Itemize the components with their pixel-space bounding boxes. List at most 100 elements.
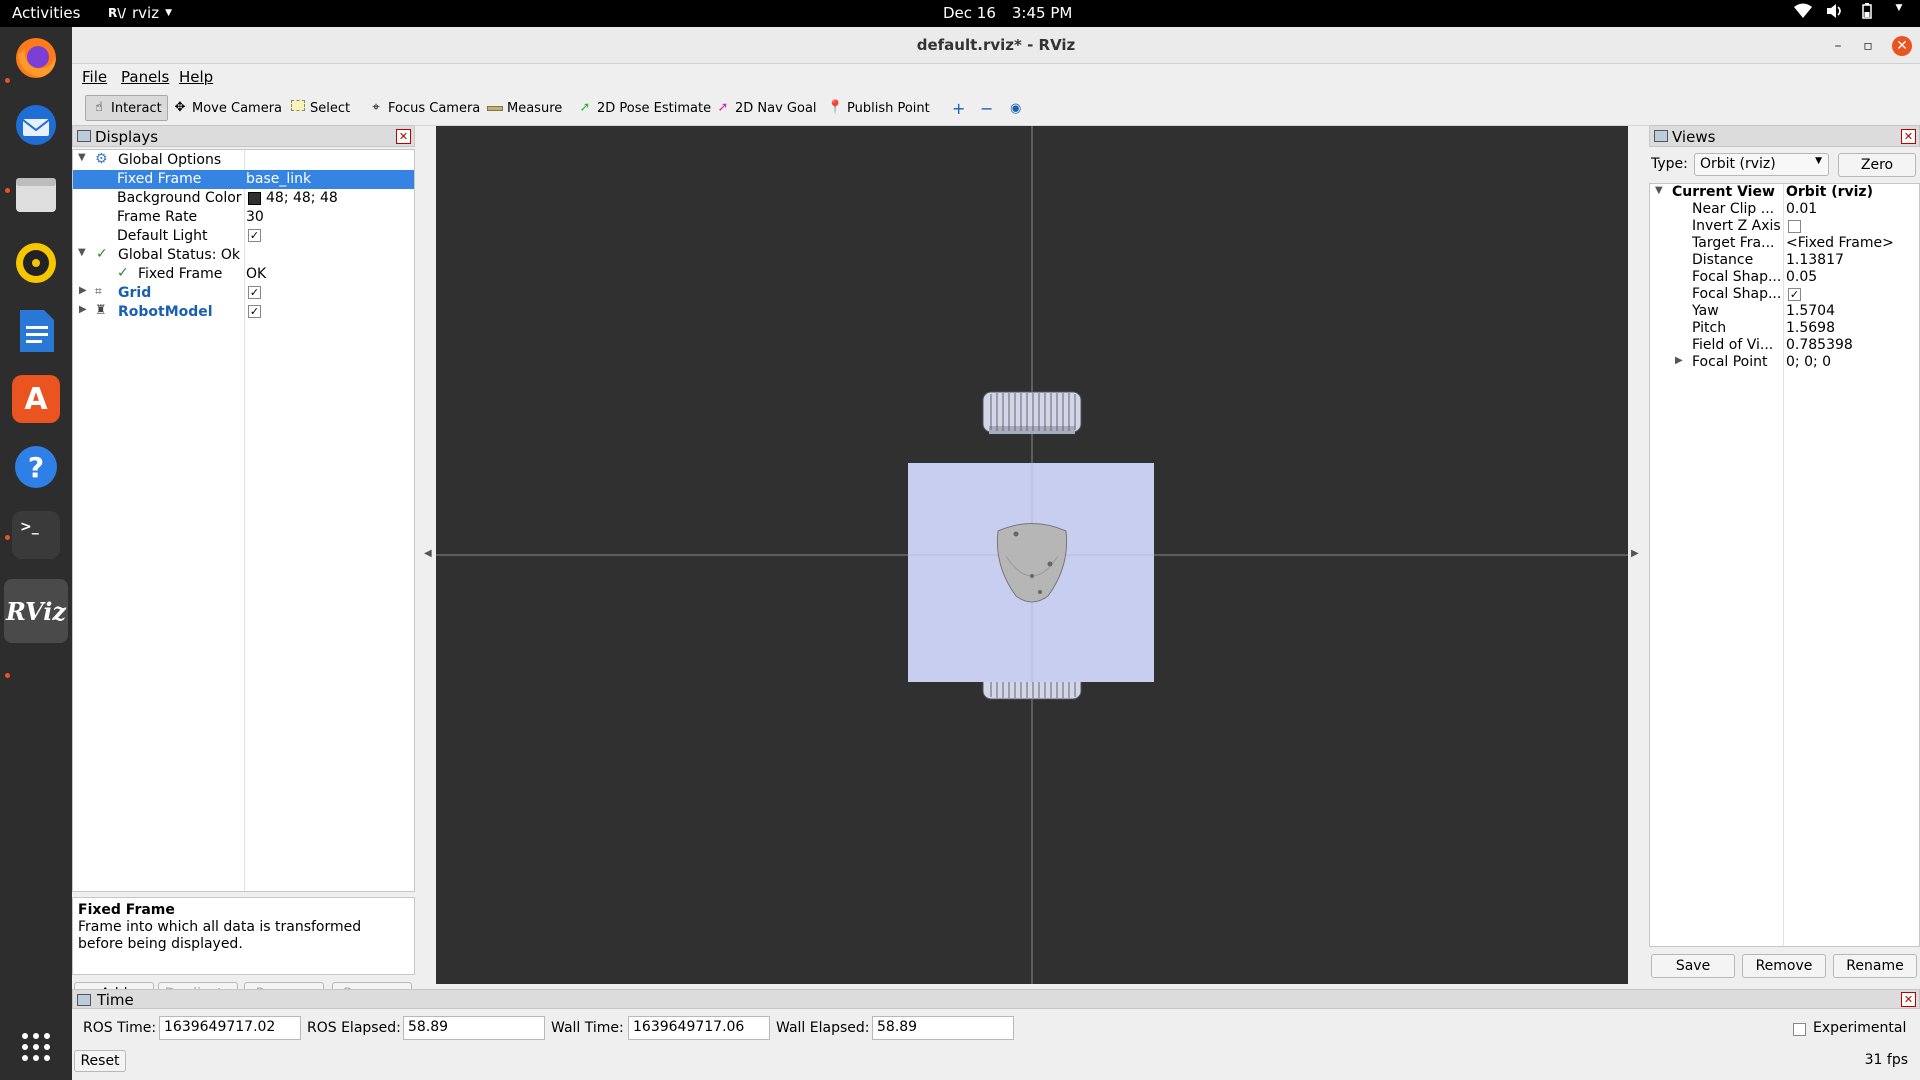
tree-row-field-of-view[interactable]: Field of Vi... 0.785398 xyxy=(1650,337,1919,354)
invert-z-checkbox[interactable] xyxy=(1788,220,1801,233)
maximize-button[interactable]: ▫ xyxy=(1858,36,1878,56)
tree-row-background-color[interactable]: Background Color 48; 48; 48 xyxy=(73,189,414,208)
tree-row-global-options[interactable]: ▼ ⚙ Global Options xyxy=(73,151,414,170)
rviz-window: default.rviz* - RViz – ▫ ✕ File Panels H… xyxy=(72,27,1920,1080)
grid-enabled-checkbox[interactable]: ✓ xyxy=(248,286,261,299)
wall-elapsed-label: Wall Elapsed: xyxy=(776,1020,870,1036)
tree-value[interactable]: 0.05 xyxy=(1786,269,1817,285)
tree-row-default-light[interactable]: Default Light ✓ xyxy=(73,227,414,246)
help-icon[interactable]: ? xyxy=(12,443,60,491)
tree-row-pitch[interactable]: Pitch 1.5698 xyxy=(1650,320,1919,337)
color-swatch[interactable] xyxy=(248,192,261,205)
tool-bar: ☝ Interact ✥ Move Camera Select ⌖ Focus … xyxy=(72,90,1920,126)
close-panel-icon[interactable]: ✕ xyxy=(1901,992,1916,1007)
running-indicator xyxy=(5,673,10,678)
wall-time-field[interactable]: 1639649717.06 xyxy=(628,1016,770,1040)
tree-row-focal-shape-size[interactable]: Focal Shap... 0.05 xyxy=(1650,269,1919,286)
tree-value[interactable]: 1.13817 xyxy=(1786,252,1844,268)
collapse-left-icon[interactable]: ◀ xyxy=(424,548,432,559)
remove-tool-button[interactable]: − xyxy=(975,95,998,121)
tree-row-distance[interactable]: Distance 1.13817 xyxy=(1650,252,1919,269)
tree-value[interactable]: 0.01 xyxy=(1786,201,1817,217)
tree-row-focal-shape-fixed[interactable]: Focal Shap... ✓ xyxy=(1650,286,1919,303)
tree-row-current-view[interactable]: ▼ Current View Orbit (rviz) xyxy=(1650,184,1919,201)
menu-file[interactable]: File xyxy=(82,68,107,86)
publish-point-tool[interactable]: 📍 Publish Point xyxy=(822,95,935,121)
thunderbird-icon[interactable] xyxy=(12,101,60,149)
focus-camera-tool[interactable]: ⌖ Focus Camera xyxy=(363,95,485,121)
reset-button[interactable]: Reset xyxy=(74,1050,126,1072)
displays-tree[interactable]: ▼ ⚙ Global Options Fixed Frame base_link… xyxy=(72,149,415,892)
show-apps-icon[interactable] xyxy=(12,1023,60,1071)
default-light-checkbox[interactable]: ✓ xyxy=(248,229,261,242)
tree-row-near-clip[interactable]: Near Clip ... 0.01 xyxy=(1650,201,1919,218)
zero-button[interactable]: Zero xyxy=(1838,153,1916,177)
background-color-value[interactable]: 48; 48; 48 xyxy=(266,190,338,206)
menu-panels[interactable]: Panels xyxy=(121,68,169,86)
tree-row-target-frame[interactable]: Target Fra... <Fixed Frame> xyxy=(1650,235,1919,252)
remove-view-button[interactable]: Remove xyxy=(1742,954,1826,978)
libreoffice-writer-icon[interactable] xyxy=(12,307,60,355)
tree-row-invert-z[interactable]: Invert Z Axis xyxy=(1650,218,1919,235)
nav-goal-tool[interactable]: ➚ 2D Nav Goal xyxy=(710,95,822,121)
tree-row-frame-rate[interactable]: Frame Rate 30 xyxy=(73,208,414,227)
menu-help[interactable]: Help xyxy=(179,68,213,86)
system-tray[interactable]: ▼ xyxy=(1794,3,1908,21)
plus-icon: + xyxy=(952,98,966,118)
terminal-icon[interactable]: >_ xyxy=(12,511,60,559)
wall-elapsed-field[interactable]: 58.89 xyxy=(872,1016,1014,1040)
tree-row-global-status[interactable]: ▼ ✓ Global Status: Ok xyxy=(73,246,414,265)
add-tool-button[interactable]: + xyxy=(947,95,970,121)
ros-elapsed-field[interactable]: 58.89 xyxy=(403,1016,545,1040)
system-top-bar: Activities R\/ rviz ▼ Dec 16 3:45 PM ▼ xyxy=(0,0,1920,27)
window-titlebar[interactable]: default.rviz* - RViz – ▫ ✕ xyxy=(72,27,1920,64)
move-camera-tool[interactable]: ✥ Move Camera xyxy=(167,95,287,121)
tree-value[interactable]: 0.785398 xyxy=(1786,337,1853,353)
eye-icon: ◉ xyxy=(1010,100,1022,116)
minimize-button[interactable]: – xyxy=(1828,36,1848,56)
tree-row-status-fixed-frame[interactable]: ✓ Fixed Frame OK xyxy=(73,265,414,284)
activities-button[interactable]: Activities xyxy=(12,4,80,22)
collapse-right-icon[interactable]: ▶ xyxy=(1631,548,1639,559)
focal-shape-checkbox[interactable]: ✓ xyxy=(1788,288,1801,301)
rename-view-button[interactable]: Rename xyxy=(1833,954,1917,978)
select-tool[interactable]: Select xyxy=(285,95,355,121)
tree-row-robot-model[interactable]: ▶ ♜ RobotModel ✓ xyxy=(73,303,414,322)
rhythmbox-icon[interactable] xyxy=(12,239,60,287)
wall-time-label: Wall Time: xyxy=(551,1020,624,1036)
view-type-select[interactable]: Orbit (rviz) ▼ xyxy=(1694,153,1829,176)
tree-value[interactable]: 0; 0; 0 xyxy=(1786,354,1831,370)
ros-time-field[interactable]: 1639649717.02 xyxy=(159,1016,301,1040)
render-viewport[interactable] xyxy=(436,126,1628,984)
tree-row-fixed-frame[interactable]: Fixed Frame base_link xyxy=(73,170,414,189)
tree-label: Background Color xyxy=(117,190,242,206)
tree-row-grid[interactable]: ▶ ⌗ Grid ✓ xyxy=(73,284,414,303)
clock[interactable]: Dec 16 3:45 PM xyxy=(943,4,1072,22)
measure-tool-label: Measure xyxy=(507,100,563,116)
close-window-button[interactable]: ✕ xyxy=(1892,36,1912,56)
camera-type-button[interactable]: ◉ xyxy=(1005,95,1026,121)
tree-row-focal-point[interactable]: ▶ Focal Point 0; 0; 0 xyxy=(1650,354,1919,371)
tree-row-yaw[interactable]: Yaw 1.5704 xyxy=(1650,303,1919,320)
measure-tool[interactable]: Measure xyxy=(482,95,567,121)
chevron-down-icon: ▼ xyxy=(165,8,173,18)
experimental-checkbox[interactable] xyxy=(1793,1023,1806,1036)
save-view-button[interactable]: Save xyxy=(1651,954,1735,978)
rviz-dock-icon[interactable]: RViz xyxy=(4,579,68,643)
tree-value[interactable]: <Fixed Frame> xyxy=(1786,235,1894,251)
app-menu[interactable]: R\/ rviz ▼ xyxy=(108,4,172,22)
tree-value[interactable]: 1.5698 xyxy=(1786,320,1835,336)
fixed-frame-value[interactable]: base_link xyxy=(246,171,311,187)
close-panel-icon[interactable]: ✕ xyxy=(396,129,411,144)
close-panel-icon[interactable]: ✕ xyxy=(1901,129,1916,144)
software-center-icon[interactable]: A xyxy=(12,375,60,423)
firefox-icon[interactable] xyxy=(12,34,60,82)
files-icon[interactable] xyxy=(12,170,60,218)
interact-tool[interactable]: ☝ Interact xyxy=(85,95,168,121)
tree-label: Current View xyxy=(1672,184,1775,200)
views-tree[interactable]: ▼ Current View Orbit (rviz) Near Clip ..… xyxy=(1649,183,1920,947)
tree-value[interactable]: 1.5704 xyxy=(1786,303,1835,319)
pose-estimate-tool[interactable]: ➚ 2D Pose Estimate xyxy=(572,95,716,121)
robot-model-enabled-checkbox[interactable]: ✓ xyxy=(248,305,261,318)
frame-rate-value[interactable]: 30 xyxy=(246,209,264,225)
